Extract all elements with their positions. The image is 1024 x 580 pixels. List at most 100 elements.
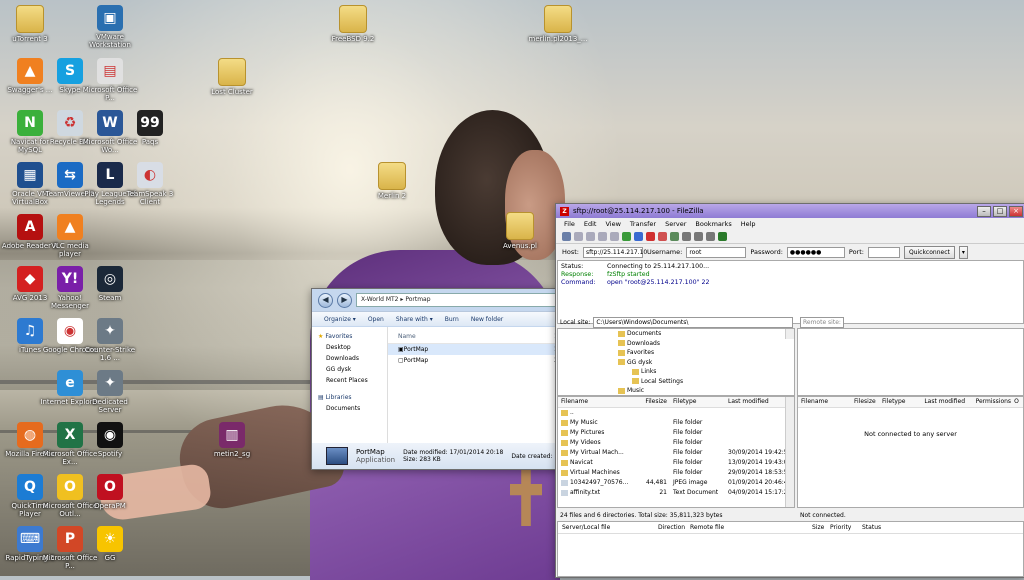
open-button[interactable]: Open — [368, 316, 384, 323]
sync-browse-icon[interactable] — [706, 231, 715, 241]
nav-item-desktop[interactable]: Desktop — [312, 342, 387, 353]
process-queue-icon[interactable] — [634, 231, 643, 241]
menu-bookmarks[interactable]: Bookmarks — [695, 220, 731, 228]
nav-item-gg-dysk[interactable]: GG dysk — [312, 364, 387, 375]
tree-node[interactable]: Favorites — [558, 348, 794, 358]
port-input[interactable] — [867, 246, 900, 258]
site-manager-icon[interactable] — [562, 231, 571, 241]
nav-item-recent-places[interactable]: Recent Places — [312, 375, 387, 386]
host-input[interactable]: sftp://25.114.217.10 — [583, 246, 647, 258]
column-header[interactable]: Last modified — [921, 397, 972, 407]
minimize-icon[interactable]: – — [977, 205, 991, 217]
column-header[interactable]: Permissions — [973, 397, 1012, 407]
file-row[interactable]: ▣ PortMap17 — [388, 344, 562, 355]
column-header[interactable]: Filename — [558, 397, 639, 407]
queue-col-priority[interactable]: Priority — [830, 522, 862, 533]
desktop-shortcut[interactable]: ▲ VLC media player — [40, 214, 100, 258]
desktop-shortcut[interactable]: ◐ TeamSpeak 3 Client — [120, 162, 180, 206]
queue-col-direction[interactable]: Direction — [658, 522, 690, 533]
close-icon[interactable]: × — [1009, 205, 1023, 217]
menu-transfer[interactable]: Transfer — [630, 220, 656, 228]
column-header[interactable]: Filetype — [879, 397, 921, 407]
file-row[interactable]: ▢ PortMap30 — [388, 355, 562, 366]
local-site-input[interactable]: C:\Users\Windows\Documents\ — [593, 316, 793, 328]
desktop-shortcut[interactable]: ▥ metin2_sg — [202, 422, 262, 458]
desktop-shortcut[interactable]: uTorrent 3 — [0, 5, 60, 43]
tree-node[interactable]: Links — [558, 367, 794, 377]
remote-site-input[interactable]: Remote site: — [800, 316, 844, 328]
queue-col-remote-file[interactable]: Remote file — [690, 522, 812, 533]
tree-node[interactable]: GG dysk — [558, 358, 794, 368]
compare-icon[interactable] — [694, 231, 703, 241]
back-arrow-icon[interactable]: ◀ — [318, 292, 333, 308]
desktop-shortcut[interactable]: Lost Cluster — [202, 58, 262, 96]
desktop-shortcut[interactable]: ✦ Counter-Strike 1.6 ... — [80, 318, 140, 362]
desktop-shortcut[interactable]: ◉ Spotify — [80, 422, 140, 458]
tree-node[interactable]: Music — [558, 386, 794, 395]
local-list-scrollbar[interactable] — [785, 397, 794, 507]
tree-scrollbar[interactable] — [785, 329, 794, 339]
desktop-shortcut[interactable]: Merlin 2 — [362, 162, 422, 200]
menu-file[interactable]: File — [564, 220, 575, 228]
forward-arrow-icon[interactable]: ▶ — [337, 292, 352, 308]
desktop-shortcut[interactable]: ✦ Dedicated Server — [80, 370, 140, 414]
search-icon[interactable] — [718, 231, 727, 241]
share-with-button[interactable]: Share with ▾ — [396, 316, 433, 323]
desktop-shortcut[interactable]: ▤ Microsoft Office P... — [80, 58, 140, 102]
desktop-shortcut[interactable]: Avenus.pl — [490, 212, 550, 250]
desktop-shortcut[interactable]: O OperaPM — [80, 474, 140, 510]
file-row[interactable]: .. — [558, 408, 794, 418]
explorer-address-bar[interactable]: X-World MT2 ▸ Portmap — [356, 293, 558, 307]
organize-button[interactable]: Organize ▾ — [324, 316, 356, 323]
password-input[interactable]: ●●●●●● — [786, 246, 845, 258]
menu-view[interactable]: View — [605, 220, 620, 228]
queue-col-server-local-file[interactable]: Server/Local file — [558, 522, 658, 533]
file-row[interactable]: 10342497_70576... 44,481 JPEG image 01/09/2… — [558, 478, 794, 488]
explorer-window[interactable]: ◀ ▶ X-World MT2 ▸ Portmap Organize ▾ Ope… — [311, 288, 563, 470]
toggle-queue-icon[interactable] — [610, 231, 619, 241]
reconnect-icon[interactable] — [670, 231, 679, 241]
nav-libraries[interactable]: ▤ Libraries — [312, 392, 387, 403]
toggle-tree-icon[interactable] — [586, 231, 595, 241]
filter-icon[interactable] — [682, 231, 691, 241]
file-row[interactable]: My Music File folder — [558, 418, 794, 428]
menu-help[interactable]: Help — [741, 220, 756, 228]
toggle-remote-tree-icon[interactable] — [598, 231, 607, 241]
refresh-icon[interactable] — [622, 231, 631, 241]
cancel-icon[interactable] — [646, 231, 655, 241]
desktop-shortcut[interactable]: ☀ GG — [80, 526, 140, 562]
queue-col-status[interactable]: Status — [862, 522, 902, 533]
menu-edit[interactable]: Edit — [584, 220, 597, 228]
maximize-icon[interactable]: □ — [993, 205, 1007, 217]
tree-node[interactable]: Downloads — [558, 339, 794, 349]
column-header[interactable]: Last modified — [725, 397, 788, 407]
filezilla-window[interactable]: Z sftp://root@25.114.217.100 - FileZilla… — [555, 203, 1024, 578]
desktop-shortcut[interactable]: 99 Paqs — [120, 110, 180, 146]
file-row[interactable]: My Pictures File folder — [558, 428, 794, 438]
disconnect-icon[interactable] — [658, 231, 667, 241]
tree-node[interactable]: Local Settings — [558, 377, 794, 387]
queue-col-size[interactable]: Size — [812, 522, 830, 533]
username-input[interactable]: root — [686, 246, 747, 258]
file-row[interactable]: My Videos File folder — [558, 438, 794, 448]
burn-button[interactable]: Burn — [445, 316, 459, 323]
desktop-shortcut[interactable]: ◎ Steam — [80, 266, 140, 302]
toggle-log-icon[interactable] — [574, 231, 583, 241]
desktop-shortcut[interactable]: FreeBSD 9.2 — [323, 5, 383, 43]
new-folder-button[interactable]: New folder — [471, 316, 503, 323]
column-header-name[interactable]: Name17 — [388, 331, 562, 344]
quickconnect-button[interactable]: Quickconnect — [903, 245, 955, 259]
nav-item-downloads[interactable]: Downloads — [312, 353, 387, 364]
nav-favorites[interactable]: ★ Favorites — [312, 331, 387, 342]
tree-node[interactable]: Documents — [558, 329, 794, 339]
quickconnect-dropdown-icon[interactable]: ▾ — [958, 245, 968, 259]
nav-item-documents[interactable]: Documents — [312, 403, 387, 414]
column-header[interactable]: Filetype — [670, 397, 725, 407]
column-header[interactable]: Filename — [798, 397, 851, 407]
file-row[interactable]: Virtual Machines File folder 29/09/2014 18… — [558, 468, 794, 478]
desktop-shortcut[interactable]: ▣ VMware Workstation — [80, 5, 140, 49]
desktop-shortcut[interactable]: merlin.pl2013_... — [528, 5, 588, 43]
file-row[interactable]: Navicat File folder 13/09/2014 19:43:08 — [558, 458, 794, 468]
column-header[interactable]: Filesize — [639, 397, 670, 407]
file-row[interactable]: affinity.txt 21 Text Document 04/09/2014 15… — [558, 488, 794, 498]
